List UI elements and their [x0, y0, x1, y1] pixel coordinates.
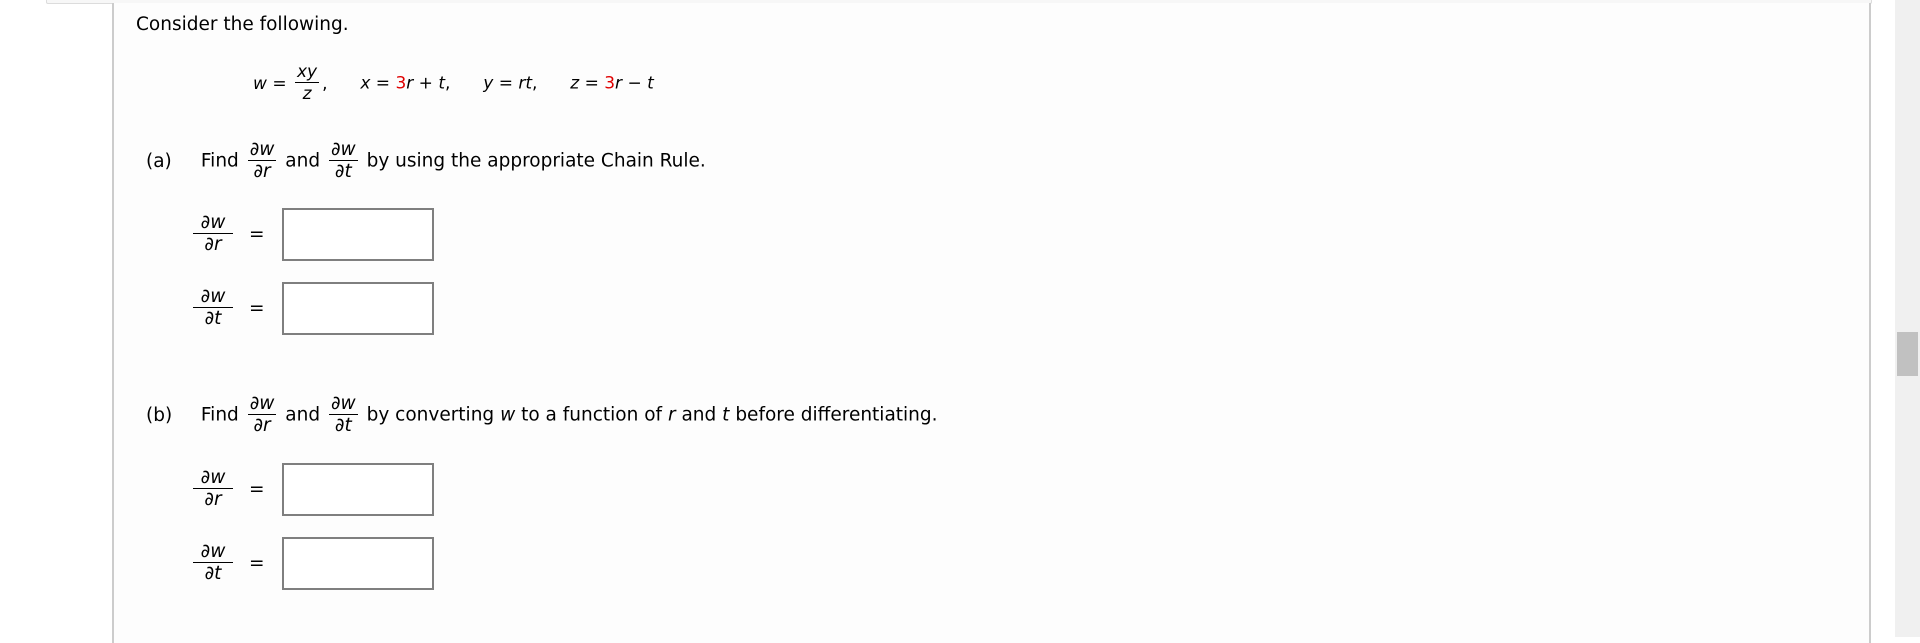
scrollbar-thumb[interactable] [1897, 332, 1918, 376]
z-definition: z = 3r − t [570, 73, 654, 94]
w-fraction: xy z [294, 62, 320, 104]
highlighted-coefficient: 3 [395, 73, 407, 94]
part-b-dw-dr-row: ∂w ∂r = [193, 463, 434, 516]
dw-dt-fraction: ∂w ∂t [328, 393, 358, 436]
part-b-dw-dt-input[interactable] [281, 537, 434, 590]
given-equations: w = xy z , x = 3r + t, y = rt, z = 3r − … [253, 62, 654, 105]
dw-dr-fraction: ∂w ∂r [247, 139, 277, 182]
question-intro: Consider the following. [136, 14, 349, 35]
part-b-dw-dt-row: ∂w ∂t = [193, 537, 434, 590]
dw-dt-fraction: ∂w ∂t [328, 139, 358, 182]
part-a-dw-dr-row: ∂w ∂r = [193, 208, 434, 261]
part-b-dw-dr-input[interactable] [281, 463, 434, 516]
highlighted-coefficient: 3 [604, 73, 616, 94]
x-definition: x = 3r + t, [360, 73, 451, 94]
part-a-prompt: (a) Find ∂w ∂r and ∂w ∂t by using the ap… [146, 139, 706, 183]
y-definition: y = rt, [483, 73, 538, 94]
dw-dr-fraction: ∂w ∂r [247, 393, 277, 436]
part-a-dw-dr-input[interactable] [281, 208, 434, 261]
part-a-dw-dt-row: ∂w ∂t = [193, 282, 434, 335]
w-definition: w = xy z , [253, 62, 328, 104]
vertical-scrollbar[interactable] [1895, 0, 1920, 637]
part-a-dw-dt-input[interactable] [281, 282, 434, 335]
part-label: (b) [146, 404, 173, 426]
part-label: (a) [146, 150, 172, 172]
part-b-prompt: (b) Find ∂w ∂r and ∂w ∂t by converting w… [146, 393, 938, 437]
